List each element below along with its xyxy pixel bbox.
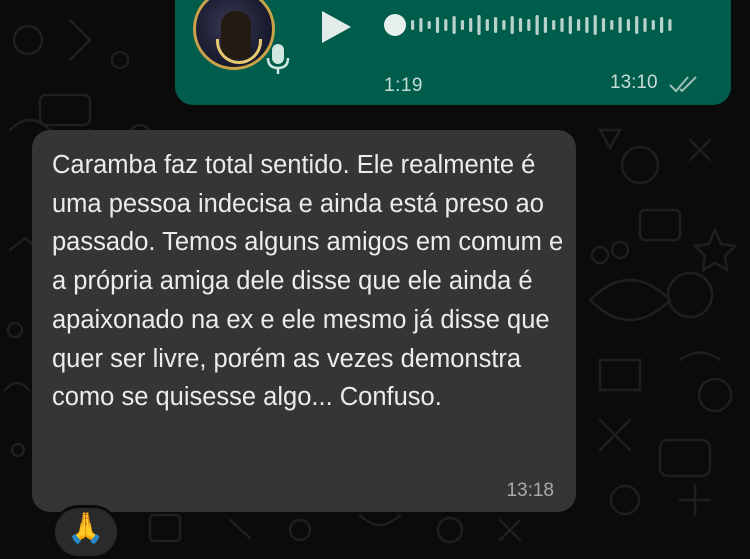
outgoing-timestamp: 13:10: [610, 72, 658, 93]
waveform-bar: [469, 18, 473, 32]
waveform-bar: [477, 15, 481, 35]
waveform-bar: [510, 16, 514, 34]
waveform-bar: [444, 19, 448, 31]
waveform-bar: [585, 17, 589, 33]
audio-waveform[interactable]: [383, 12, 683, 38]
waveform-bar: [411, 20, 415, 30]
waveform-bar: [601, 18, 606, 32]
waveform-bar: [568, 16, 572, 34]
waveform-bar: [593, 15, 597, 35]
double-tick-icon: [669, 76, 697, 93]
waveform-bar: [668, 19, 672, 31]
waveform-bar: [419, 18, 423, 32]
waveform-bar: [535, 15, 539, 35]
avatar-moon: [216, 39, 262, 64]
incoming-text-message[interactable]: Caramba faz total sentido. Ele realmente…: [32, 130, 576, 512]
waveform-bar: [494, 17, 498, 33]
waveform-bar: [643, 18, 647, 32]
waveform-bar: [577, 19, 581, 31]
waveform-bar: [460, 20, 464, 30]
waveform-bar: [626, 19, 630, 31]
waveform-bar: [618, 17, 622, 33]
message-text: Caramba faz total sentido. Ele realmente…: [52, 151, 564, 412]
waveform-bar: [635, 16, 639, 34]
incoming-timestamp: 13:18: [506, 480, 554, 501]
waveform-bar: [610, 20, 614, 30]
waveform-bar: [651, 20, 655, 30]
waveform-bar: [527, 19, 531, 31]
play-icon[interactable]: [318, 9, 354, 45]
mic-icon: [266, 44, 290, 74]
waveform-bar: [435, 17, 440, 33]
voice-duration: 1:19: [384, 75, 423, 96]
waveform-bar: [543, 17, 547, 33]
waveform-bar: [560, 18, 564, 32]
waveform-bar: [427, 21, 431, 29]
praying-hands-emoji: 🙏: [67, 512, 105, 545]
waveform-bar: [485, 19, 489, 31]
waveform-bar: [452, 16, 456, 34]
waveform-bar: [518, 18, 523, 32]
waveform-bar: [502, 20, 506, 30]
reaction-badge[interactable]: 🙏: [52, 505, 120, 559]
waveform-bar: [660, 17, 664, 33]
waveform-bar: [552, 20, 556, 30]
